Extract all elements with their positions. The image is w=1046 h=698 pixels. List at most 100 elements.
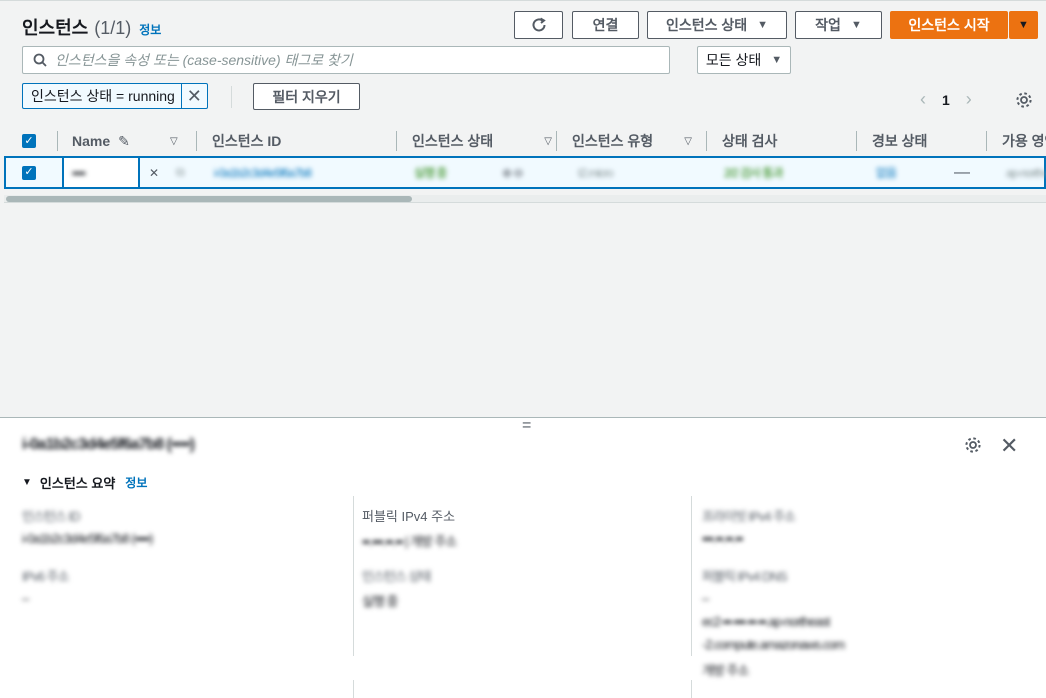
column-name[interactable]: Name ✎ — [72, 127, 130, 155]
instance-id-field: 인스턴스 ID i-0a1b2c3d4e5f6a7b8 (▪▪▪▪) — [22, 506, 153, 546]
column-status-check[interactable]: 상태 검사 — [722, 127, 777, 155]
sort-icon: ▽ — [544, 135, 552, 147]
clear-filters-button[interactable]: 필터 지우기 — [253, 83, 360, 110]
page-header: 인스턴스 (1/1) 정보 — [22, 14, 161, 40]
instance-id-link[interactable]: i-0a1b2c3d4e5f6a7b8 — [214, 158, 312, 187]
column-label: 인스턴스 ID — [212, 133, 282, 149]
page-title: 인스턴스 — [22, 18, 89, 38]
column-instance-id[interactable]: 인스턴스 ID — [212, 127, 281, 155]
column-divider — [396, 131, 397, 151]
section-header[interactable]: ▼ 인스턴스 요약 정보 — [22, 473, 147, 492]
column-divider — [57, 131, 58, 151]
field-label: IPv6 주소 — [22, 569, 70, 584]
gear-icon[interactable] — [964, 436, 982, 454]
column-divider — [691, 680, 692, 698]
field-value: ▪▪▪.▪▪.▪▪.▪▪ — [702, 531, 743, 546]
prev-page-icon[interactable]: ‹ — [920, 89, 926, 110]
launch-instance-button[interactable]: 인스턴스 시작 — [890, 11, 1008, 39]
pagination: ‹ 1 › — [920, 89, 972, 110]
info-link[interactable]: 정보 — [139, 21, 161, 38]
gear-icon[interactable] — [1015, 91, 1033, 109]
availability-zone-value: ap-northeast — [1006, 165, 1046, 180]
section-title: 인스턴스 요약 — [39, 476, 116, 491]
row-checkbox[interactable]: ✓ — [22, 158, 36, 187]
public-ipv4-field: 퍼블릭 IPv4 주소 ▪▪.▪▪▪.▪▪.▪▪ | 개방 주소 — [362, 506, 457, 550]
connect-button[interactable]: 연결 — [572, 11, 639, 39]
field-label: 인스턴스 상태 — [362, 569, 431, 584]
column-divider — [353, 680, 354, 698]
column-label: 가용 영역 — [1002, 133, 1046, 149]
close-icon: ✕ — [186, 85, 202, 106]
caret-down-icon: ▼ — [771, 54, 783, 66]
sort-icon: ▽ — [684, 135, 692, 147]
instance-state-dropdown[interactable]: 인스턴스 상태 ▼ — [647, 11, 787, 39]
column-label: Name — [72, 133, 111, 149]
instance-state-field: 인스턴스 상태 실행 중 — [362, 566, 431, 610]
field-label: 프라이빗 IPv4 주소 — [702, 509, 796, 524]
filter-token-label: 인스턴스 상태 = running — [31, 88, 175, 104]
open-address-link[interactable]: 개방 주소 — [702, 660, 844, 679]
next-page-icon[interactable]: › — [966, 89, 972, 110]
close-icon[interactable]: ✕ — [149, 158, 159, 187]
checkbox-checked-icon: ✓ — [22, 134, 36, 148]
zoom-icon[interactable]: ⊕ ⊖ — [502, 158, 523, 187]
column-divider — [556, 131, 557, 151]
search-icon — [33, 53, 47, 67]
select-all-checkbox[interactable]: ✓ — [22, 127, 36, 155]
field-value: ec2-▪▪-▪▪▪-▪▪-▪▪.ap-northeast — [702, 614, 830, 629]
copy-icon[interactable]: ⧉ — [176, 158, 185, 187]
search-input[interactable] — [55, 52, 669, 68]
horizontal-scrollbar[interactable] — [4, 195, 1046, 203]
field-label: 퍼블릭 IPv4 DNS — [702, 569, 788, 584]
remove-filter-button[interactable]: ✕ — [180, 84, 207, 108]
column-instance-type[interactable]: 인스턴스 유형 ▽ — [572, 127, 692, 155]
launch-options-button[interactable]: ▼ — [1009, 11, 1038, 39]
divider — [231, 86, 232, 108]
state-filter-select[interactable]: 모든 상태 ▼ — [697, 46, 791, 74]
private-ipv4-field: 프라이빗 IPv4 주소 ▪▪▪.▪▪.▪▪.▪▪ — [702, 506, 796, 546]
public-ipv4-link[interactable]: ▪▪.▪▪▪.▪▪.▪▪ | 개방 주소 — [362, 531, 457, 550]
field-label: 인스턴스 ID — [22, 509, 80, 524]
caret-down-icon: ▼ — [757, 19, 769, 31]
search-box[interactable] — [22, 46, 670, 74]
instance-state-value: 실행 중 — [414, 166, 447, 180]
scrollbar-thumb[interactable] — [6, 196, 412, 202]
alarm-status-value[interactable]: 없음 — [876, 158, 897, 187]
column-instance-state[interactable]: 인스턴스 상태 ▽ — [412, 127, 552, 155]
drag-handle-icon[interactable]: = — [522, 418, 531, 434]
instances-panel: 인스턴스 (1/1) 정보 연결 인스턴스 상태 ▼ 작업 ▼ 인스턴스 시작 … — [0, 0, 1046, 418]
selection-count: (1/1) — [94, 18, 132, 38]
actions-label: 작업 — [815, 17, 841, 33]
edit-icon: ✎ — [118, 132, 130, 149]
instance-type-value: t2.micro — [578, 165, 614, 180]
table-row[interactable]: ✓ ▪▪▪▪ ✕ ⧉ i-0a1b2c3d4e5f6a7b8 실행 중 ⊕ ⊖ … — [4, 156, 1046, 189]
field-value: – — [22, 591, 29, 606]
field-value: 실행 중 — [362, 594, 399, 609]
column-divider — [353, 496, 354, 656]
info-link[interactable]: 정보 — [125, 474, 147, 491]
public-dns-field: 퍼블릭 IPv4 DNS – ec2-▪▪-▪▪▪-▪▪-▪▪.ap-north… — [702, 566, 845, 679]
filter-token: 인스턴스 상태 = running ✕ — [22, 83, 208, 109]
close-icon[interactable]: ✕ — [1000, 433, 1018, 459]
column-alarm-status[interactable]: 경보 상태 — [872, 127, 927, 155]
az-dash: — — [954, 163, 970, 181]
refresh-button[interactable] — [514, 11, 563, 39]
field-value: i-0a1b2c3d4e5f6a7b8 (▪▪▪▪) — [22, 531, 153, 546]
collapse-icon: ▼ — [22, 477, 32, 488]
column-availability-zone[interactable]: 가용 영역 — [1002, 127, 1046, 155]
column-divider — [691, 496, 692, 656]
status-check-value: 2/2 검사 통과 — [724, 166, 784, 180]
column-divider — [986, 131, 987, 151]
state-filter-label: 모든 상태 — [705, 52, 762, 68]
actions-dropdown[interactable]: 작업 ▼ — [795, 11, 882, 39]
page-number[interactable]: 1 — [942, 92, 950, 108]
field-value: – — [702, 591, 709, 606]
sort-name-icon[interactable]: ▽ — [170, 127, 178, 155]
caret-down-icon: ▼ — [850, 19, 862, 31]
field-value: -2.compute.amazonaws.com — [702, 637, 845, 652]
column-label: 인스턴스 상태 — [412, 133, 494, 149]
column-divider — [706, 131, 707, 151]
column-label: 상태 검사 — [722, 133, 778, 149]
column-divider — [856, 131, 857, 151]
column-label: 인스턴스 유형 — [572, 133, 654, 149]
